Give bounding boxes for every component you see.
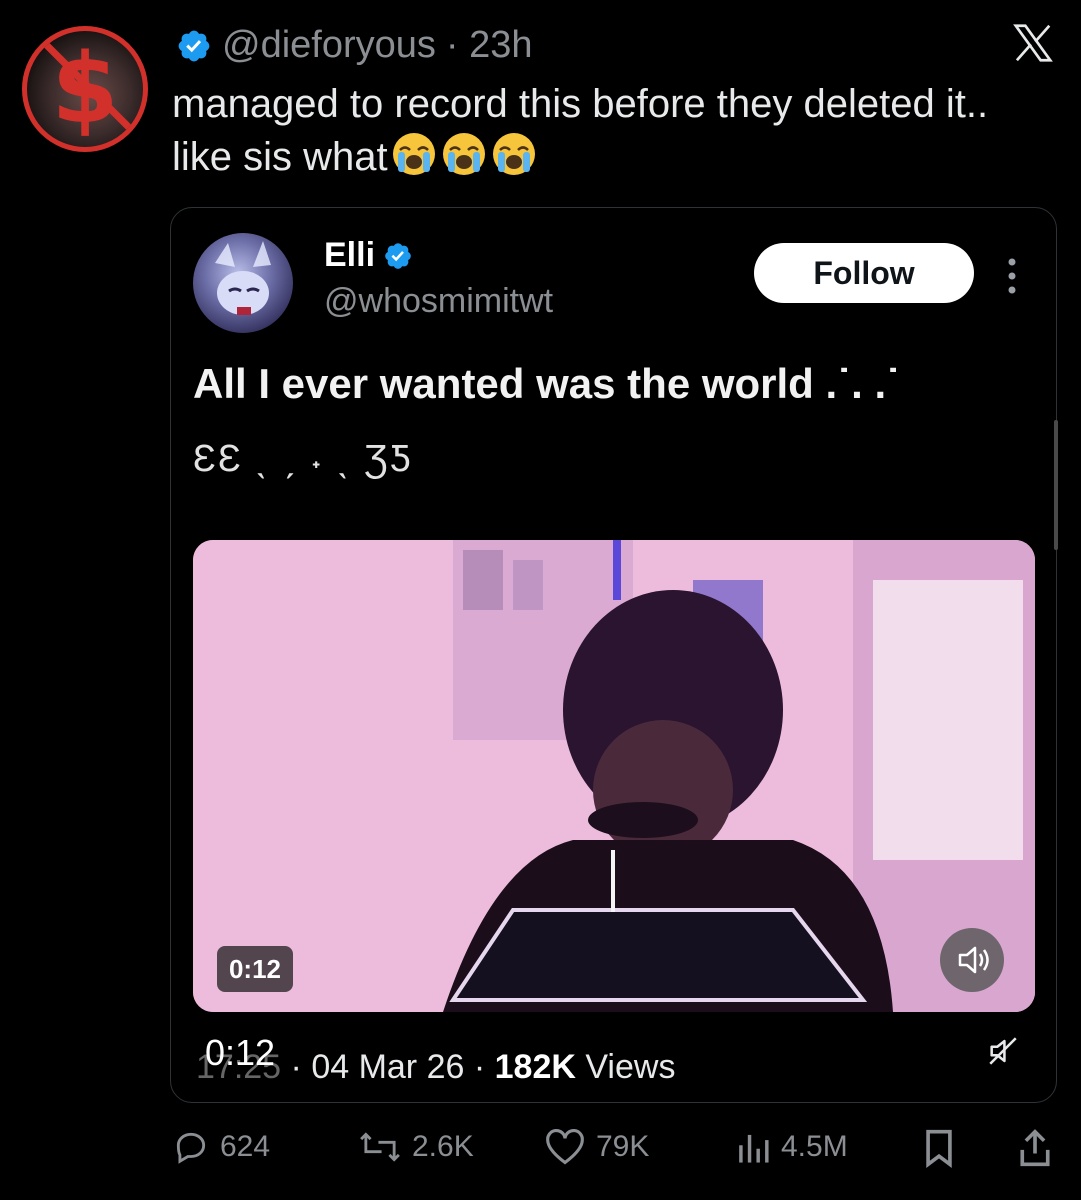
tweet-text: managed to record this before they delet… xyxy=(172,78,1052,191)
heart-icon xyxy=(546,1129,584,1165)
reply-icon xyxy=(176,1132,206,1164)
bookmark-icon xyxy=(926,1129,952,1168)
tweet-body: managed to record this before they delet… xyxy=(172,82,989,179)
views-button[interactable]: 4.5M xyxy=(735,1128,848,1166)
analytics-icon xyxy=(739,1134,769,1163)
scrollbar[interactable] xyxy=(1054,420,1058,550)
views-count: 182K xyxy=(494,1048,576,1086)
share-icon xyxy=(1020,1129,1050,1167)
loudly-crying-face-icon xyxy=(440,130,488,191)
author-handle[interactable]: @dieforyous xyxy=(222,24,436,67)
reply-button[interactable]: 624 xyxy=(172,1128,270,1166)
video-duration-badge: 0:12 xyxy=(217,946,293,992)
muted-speaker-icon[interactable] xyxy=(986,1034,1020,1068)
tweet-timestamp[interactable]: · 23h xyxy=(446,24,533,67)
volume-button[interactable] xyxy=(940,928,1004,992)
share-button[interactable] xyxy=(1016,1128,1054,1168)
follow-button[interactable]: Follow xyxy=(754,243,974,303)
more-options-icon[interactable] xyxy=(1004,256,1020,296)
quoted-tweet-text: All I ever wanted was the world .˙. .˙ xyxy=(193,360,901,407)
speaker-icon xyxy=(958,946,989,974)
quoted-author-name-line: Elli xyxy=(324,236,413,275)
repost-button[interactable]: 2.6K xyxy=(358,1128,474,1166)
reply-count: 624 xyxy=(220,1130,271,1163)
quoted-author-avatar[interactable] xyxy=(193,233,293,333)
quoted-tweet-subtext: ƐƐ ˎ ˏ ˖ ˎ ƷƼ xyxy=(193,438,413,480)
author-avatar[interactable]: $ xyxy=(22,26,148,152)
quoted-author-handle[interactable]: @whosmimitwt xyxy=(324,282,553,321)
video-frame xyxy=(193,540,1035,1012)
video-elapsed-time: 0:12 xyxy=(205,1032,276,1073)
bookmark-button[interactable] xyxy=(920,1128,958,1168)
loudly-crying-face-icon xyxy=(490,130,538,191)
verified-badge-icon xyxy=(176,28,212,64)
loudly-crying-face-icon xyxy=(390,130,438,191)
views-label: Views xyxy=(585,1048,676,1086)
like-button[interactable]: 79K xyxy=(544,1128,649,1166)
x-logo-icon xyxy=(1010,20,1056,66)
repost-icon xyxy=(360,1132,400,1162)
quoted-tweet-date: · 04 Mar 26 · xyxy=(290,1048,486,1086)
repost-count: 2.6K xyxy=(412,1130,474,1163)
like-count: 79K xyxy=(596,1130,650,1163)
verified-badge-icon xyxy=(383,241,413,271)
quoted-author-name[interactable]: Elli xyxy=(324,236,375,275)
author-line: @dieforyous · 23h xyxy=(176,24,533,67)
views-total: 4.5M xyxy=(781,1130,848,1163)
video-player[interactable] xyxy=(193,540,1035,1012)
